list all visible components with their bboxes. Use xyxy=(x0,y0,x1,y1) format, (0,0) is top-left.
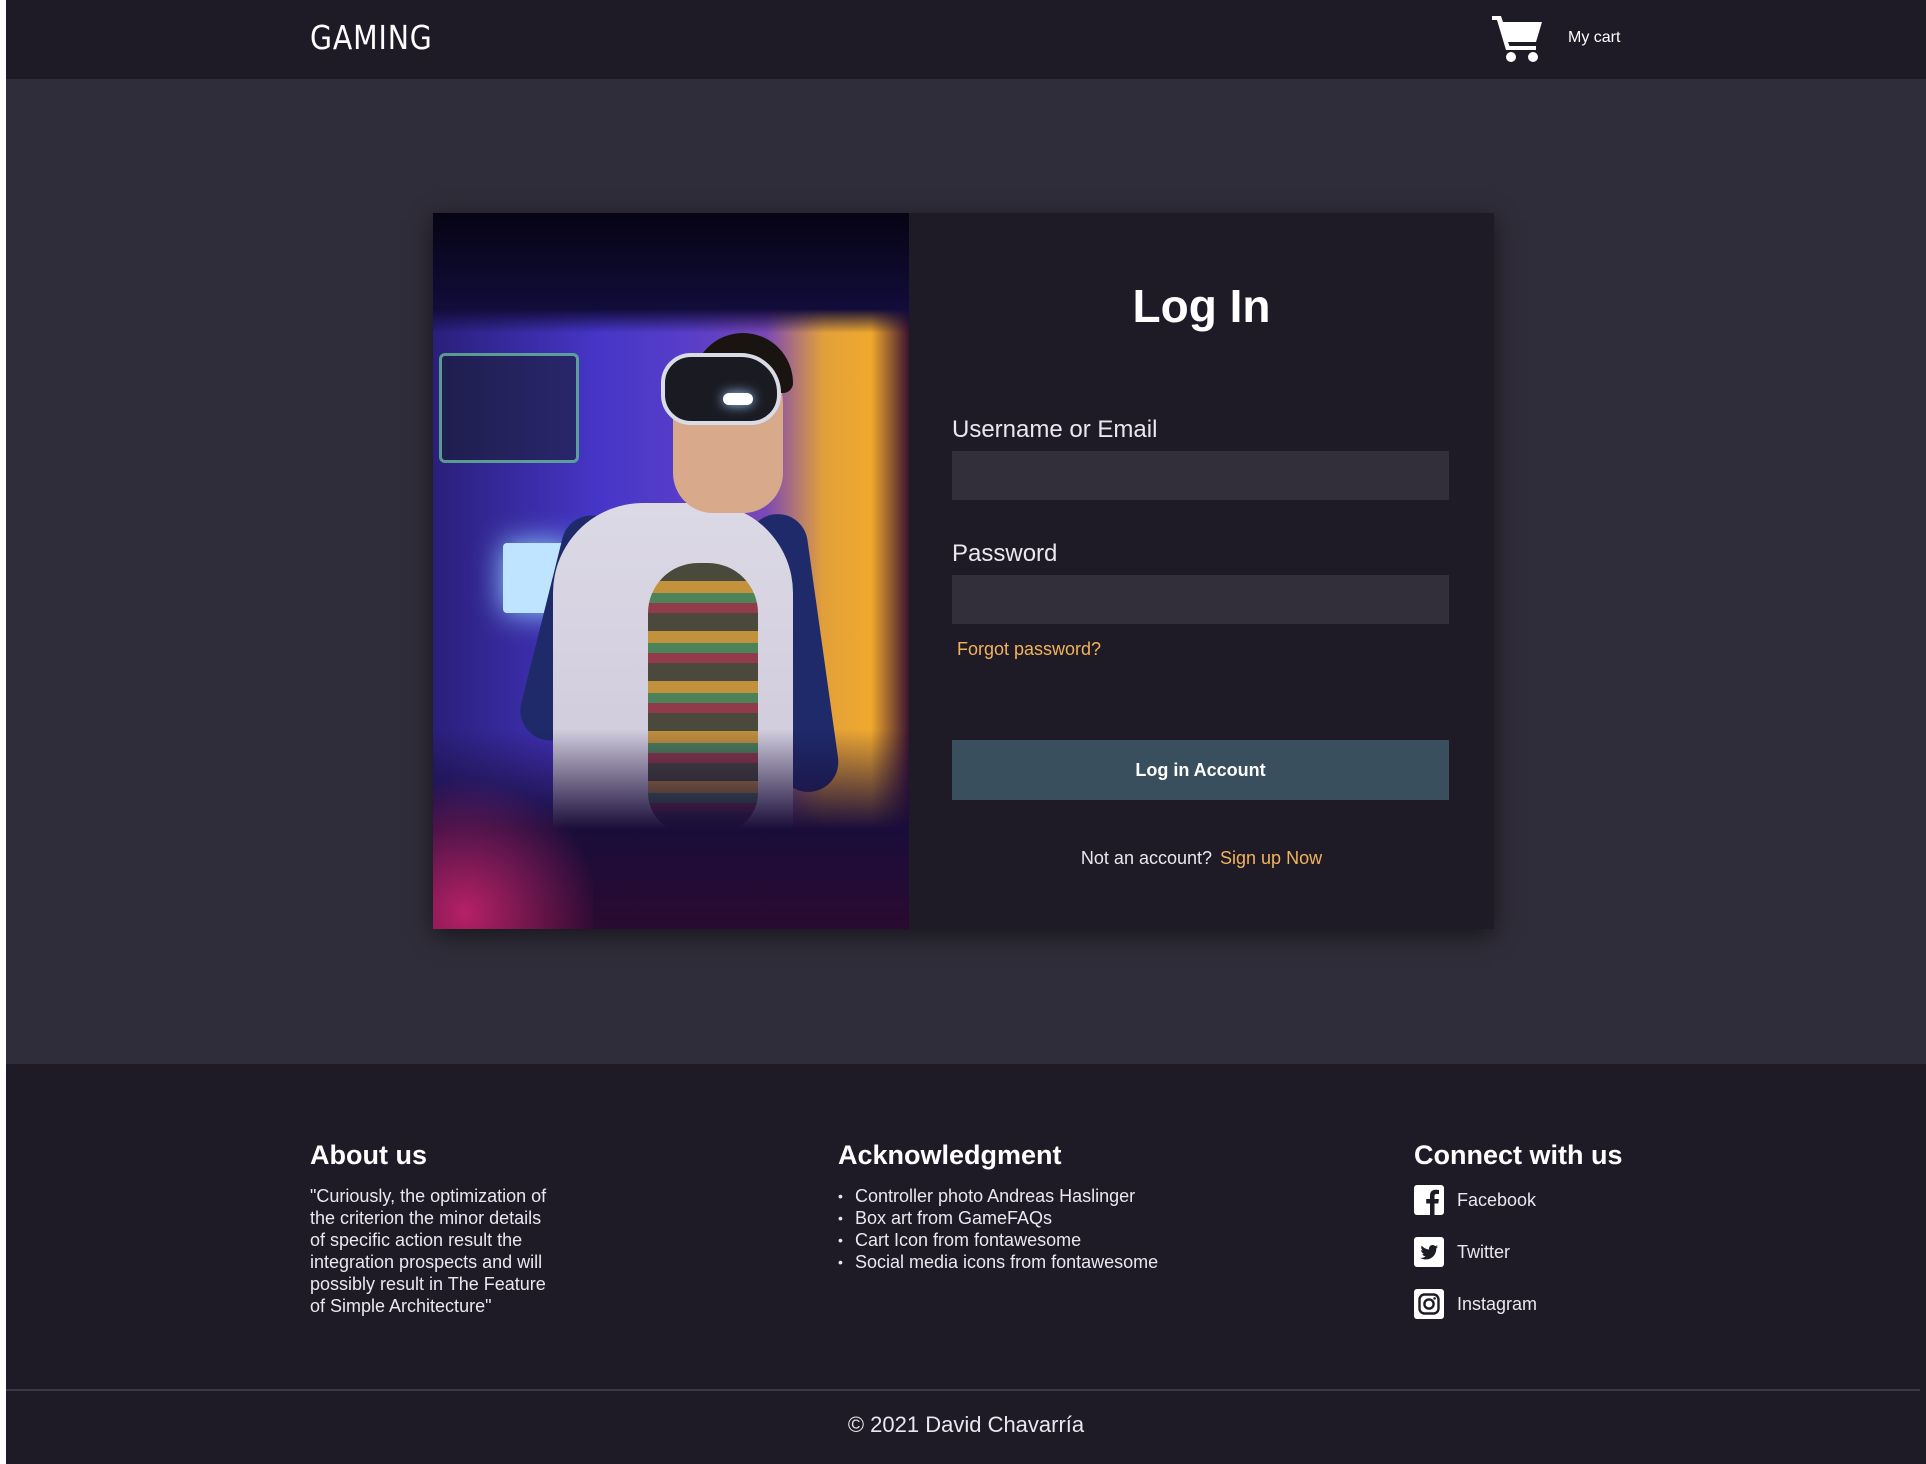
instagram-link[interactable]: Instagram xyxy=(1414,1289,1654,1319)
instagram-label: Instagram xyxy=(1457,1293,1538,1314)
login-form: Log In Username or Email Password Forgot… xyxy=(909,213,1494,929)
copyright-text: © 2021 David Chavarría xyxy=(847,1412,1085,1437)
login-button[interactable]: Log in Account xyxy=(952,740,1449,800)
page: GAMING My cart Log In Username or Email … xyxy=(0,0,1926,1464)
footer-acknowledgment: Acknowledgment Controller photo Andreas … xyxy=(838,1140,1258,1273)
about-text: "Curiously, the optimization of the crit… xyxy=(310,1186,547,1316)
cart-icon xyxy=(1492,16,1542,62)
footer-about: About us "Curiously, the optimization of… xyxy=(310,1140,550,1317)
acknowledgment-list: Controller photo Andreas Haslinger Box a… xyxy=(838,1185,1258,1273)
signup-prompt: Not an account? xyxy=(1080,848,1213,868)
photo-red-glow xyxy=(433,769,593,929)
connect-heading: Connect with us xyxy=(1414,1140,1623,1170)
twitter-link[interactable]: Twitter xyxy=(1414,1237,1654,1267)
photo-ceiling xyxy=(433,213,909,333)
facebook-label: Facebook xyxy=(1457,1189,1537,1210)
facebook-link[interactable]: Facebook xyxy=(1414,1185,1654,1215)
username-label: Username or Email xyxy=(952,416,1158,443)
footer-divider xyxy=(6,1389,1920,1391)
acknowledgment-item: Social media icons from fontawesome xyxy=(838,1251,1258,1273)
password-input[interactable] xyxy=(952,575,1449,624)
acknowledgment-item: Controller photo Andreas Haslinger xyxy=(838,1185,1258,1207)
footer: About us "Curiously, the optimization of… xyxy=(6,1064,1926,1464)
vr-gamer-photo xyxy=(433,213,909,929)
twitter-icon xyxy=(1414,1237,1444,1267)
footer-connect: Connect with us Facebook Twitter Instagr… xyxy=(1414,1140,1654,1341)
login-card: Log In Username or Email Password Forgot… xyxy=(433,213,1494,929)
cart-label: My cart xyxy=(1568,29,1621,46)
facebook-icon xyxy=(1414,1185,1444,1215)
acknowledgment-item: Cart Icon from fontawesome xyxy=(838,1229,1258,1251)
brand-logo[interactable]: GAMING xyxy=(310,18,433,57)
login-title: Log In xyxy=(1132,280,1271,332)
instagram-icon xyxy=(1414,1289,1444,1319)
photo-neon-sign xyxy=(439,353,579,463)
username-input[interactable] xyxy=(952,451,1449,500)
top-navbar: GAMING My cart xyxy=(6,0,1926,79)
password-label: Password xyxy=(952,540,1058,567)
cart-link[interactable]: My cart xyxy=(1490,12,1620,64)
forgot-password-link[interactable]: Forgot password? xyxy=(957,639,1101,660)
signup-row: Not an account? Sign up Now xyxy=(909,848,1494,869)
signup-link[interactable]: Sign up Now xyxy=(1220,848,1322,868)
acknowledgment-heading: Acknowledgment xyxy=(838,1140,1062,1170)
twitter-label: Twitter xyxy=(1457,1241,1511,1262)
photo-vr-light xyxy=(723,393,753,405)
about-heading: About us xyxy=(310,1140,427,1170)
photo-vr-headset xyxy=(661,353,781,425)
acknowledgment-item: Box art from GameFAQs xyxy=(838,1207,1258,1229)
